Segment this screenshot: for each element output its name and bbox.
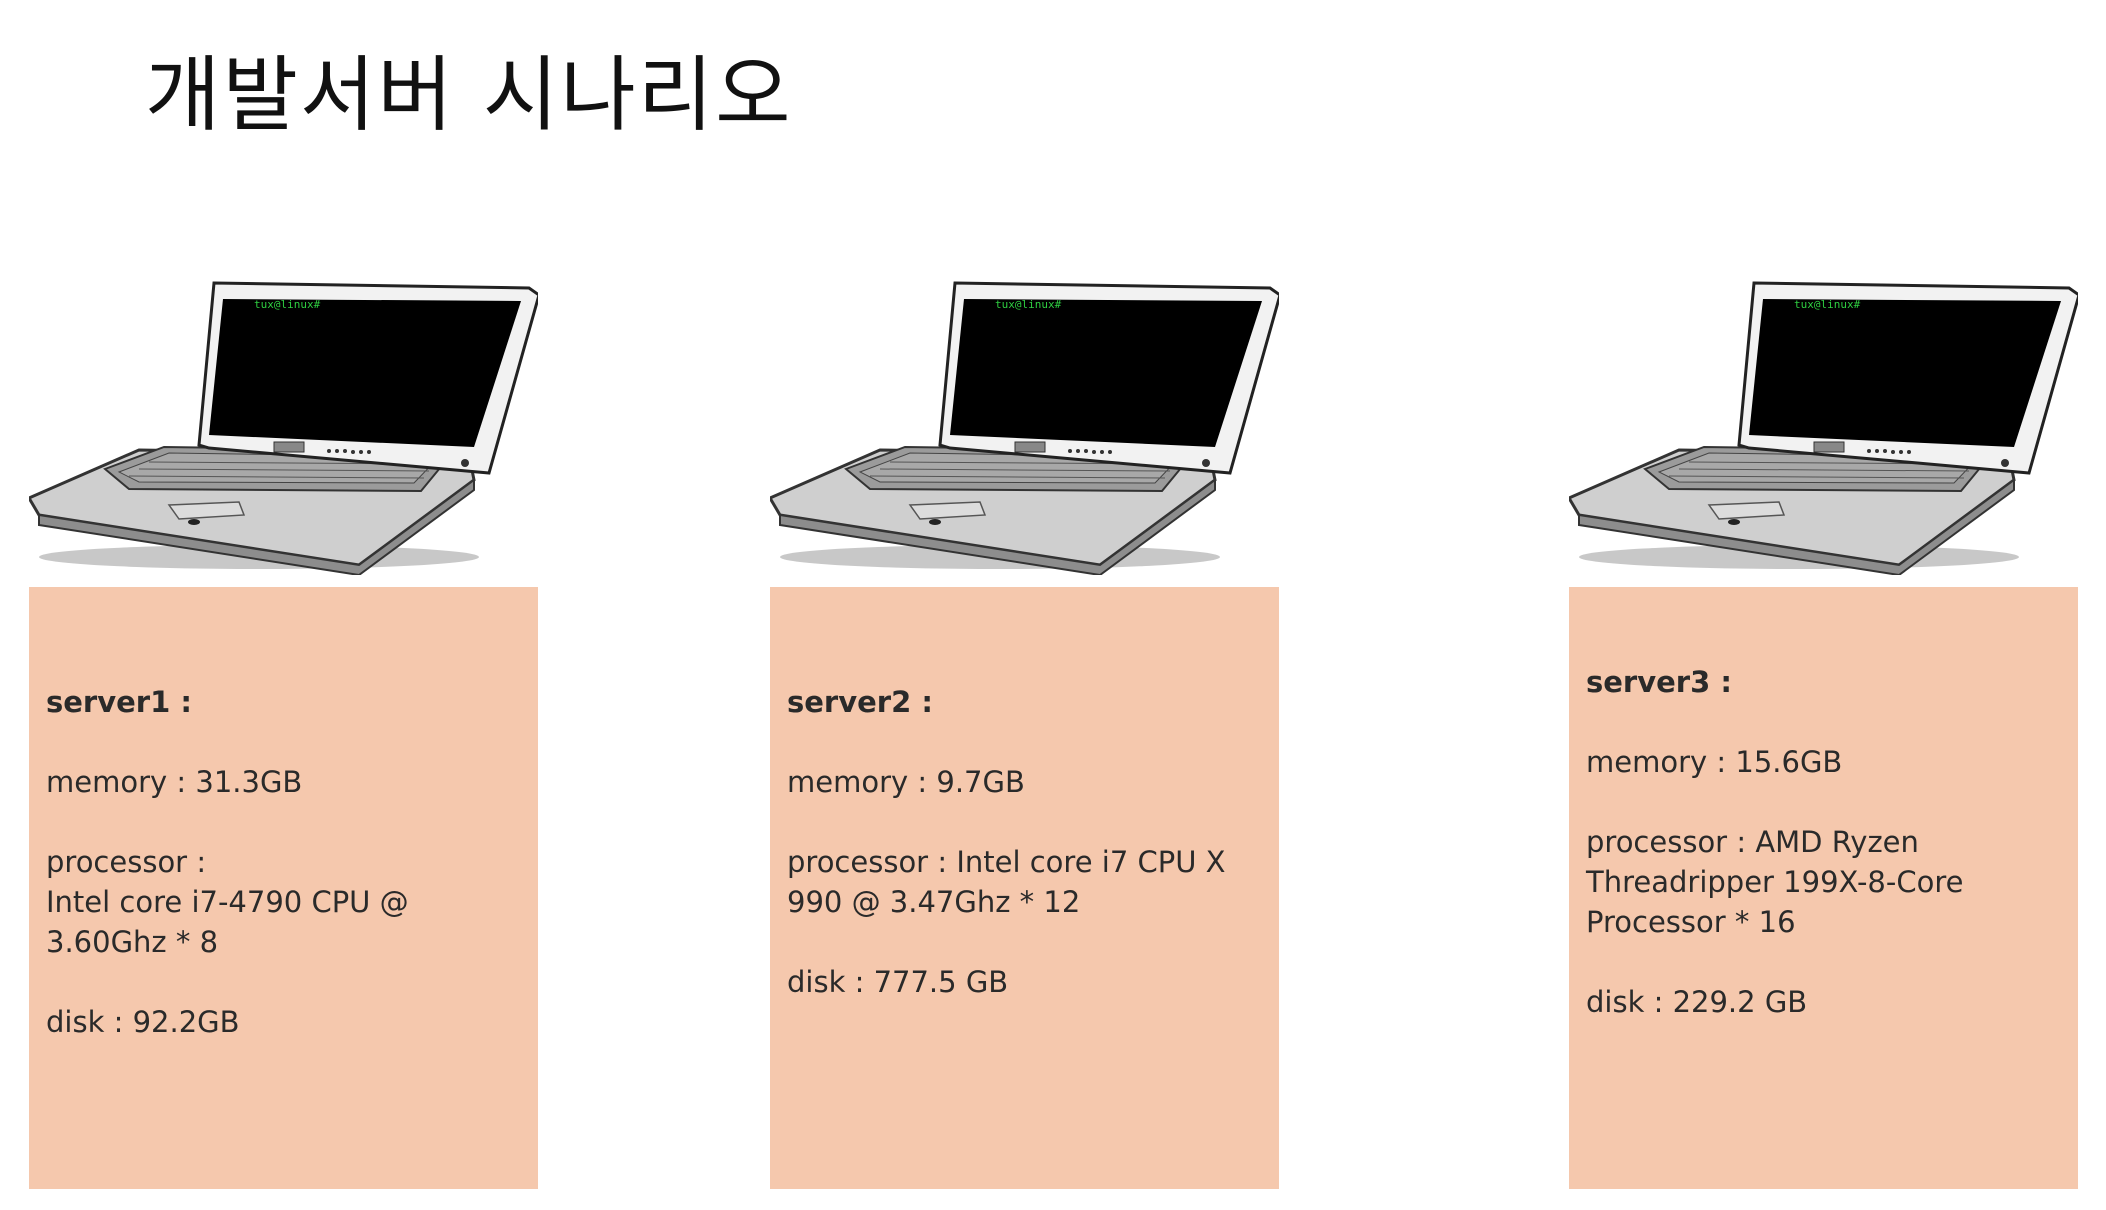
server-column-1: tux@linux# server1 : memory : 31.3GB pro… [29,275,538,1189]
laptop-illustration: tux@linux# [29,275,538,575]
server-memory: memory : 15.6GB [1586,745,1843,779]
server-column-2: tux@linux# server2 : memory : 9.7GB proc… [770,275,1279,1189]
server-memory: memory : 9.7GB [787,765,1025,799]
laptop-icon: tux@linux# [770,281,1279,575]
screen-prompt-text: tux@linux# [995,298,1062,311]
server-disk: disk : 229.2 GB [1586,985,1808,1019]
server-processor-label: processor : [46,845,207,879]
laptop-illustration: tux@linux# [1569,275,2078,575]
server-memory: memory : 31.3GB [46,765,303,799]
screen-prompt-text: tux@linux# [254,298,321,311]
laptop-icon: tux@linux# [29,281,538,575]
server-name: server2 : [787,685,933,719]
server-name: server1 : [46,685,192,719]
screen-prompt-text: tux@linux# [1794,298,1861,311]
server-name: server3 : [1586,665,1732,699]
server-processor: processor : Intel core i7 CPU X 990 @ 3.… [787,845,1226,919]
server-disk: disk : 777.5 GB [787,965,1009,999]
server-column-3: tux@linux# server3 : memory : 15.6GB pro… [1569,275,2078,1189]
laptop-illustration: tux@linux# [770,275,1279,575]
server-disk: disk : 92.2GB [46,1005,240,1039]
slide-title: 개발서버 시나리오 [145,48,793,143]
server-processor: processor : AMD Ryzen Threadripper 199X-… [1586,825,1964,939]
server-spec-card: server2 : memory : 9.7GB processor : Int… [770,587,1279,1189]
server-spec-card: server1 : memory : 31.3GB processor : Int… [29,587,538,1189]
server-processor: processor : Intel core i7-4790 CPU @ 3.60… [46,842,518,962]
server-spec-card: server3 : memory : 15.6GB processor : AM… [1569,587,2078,1189]
laptop-icon: tux@linux# [1569,281,2078,575]
server-processor-value: Intel core i7-4790 CPU @ 3.60Ghz * 8 [46,885,409,959]
